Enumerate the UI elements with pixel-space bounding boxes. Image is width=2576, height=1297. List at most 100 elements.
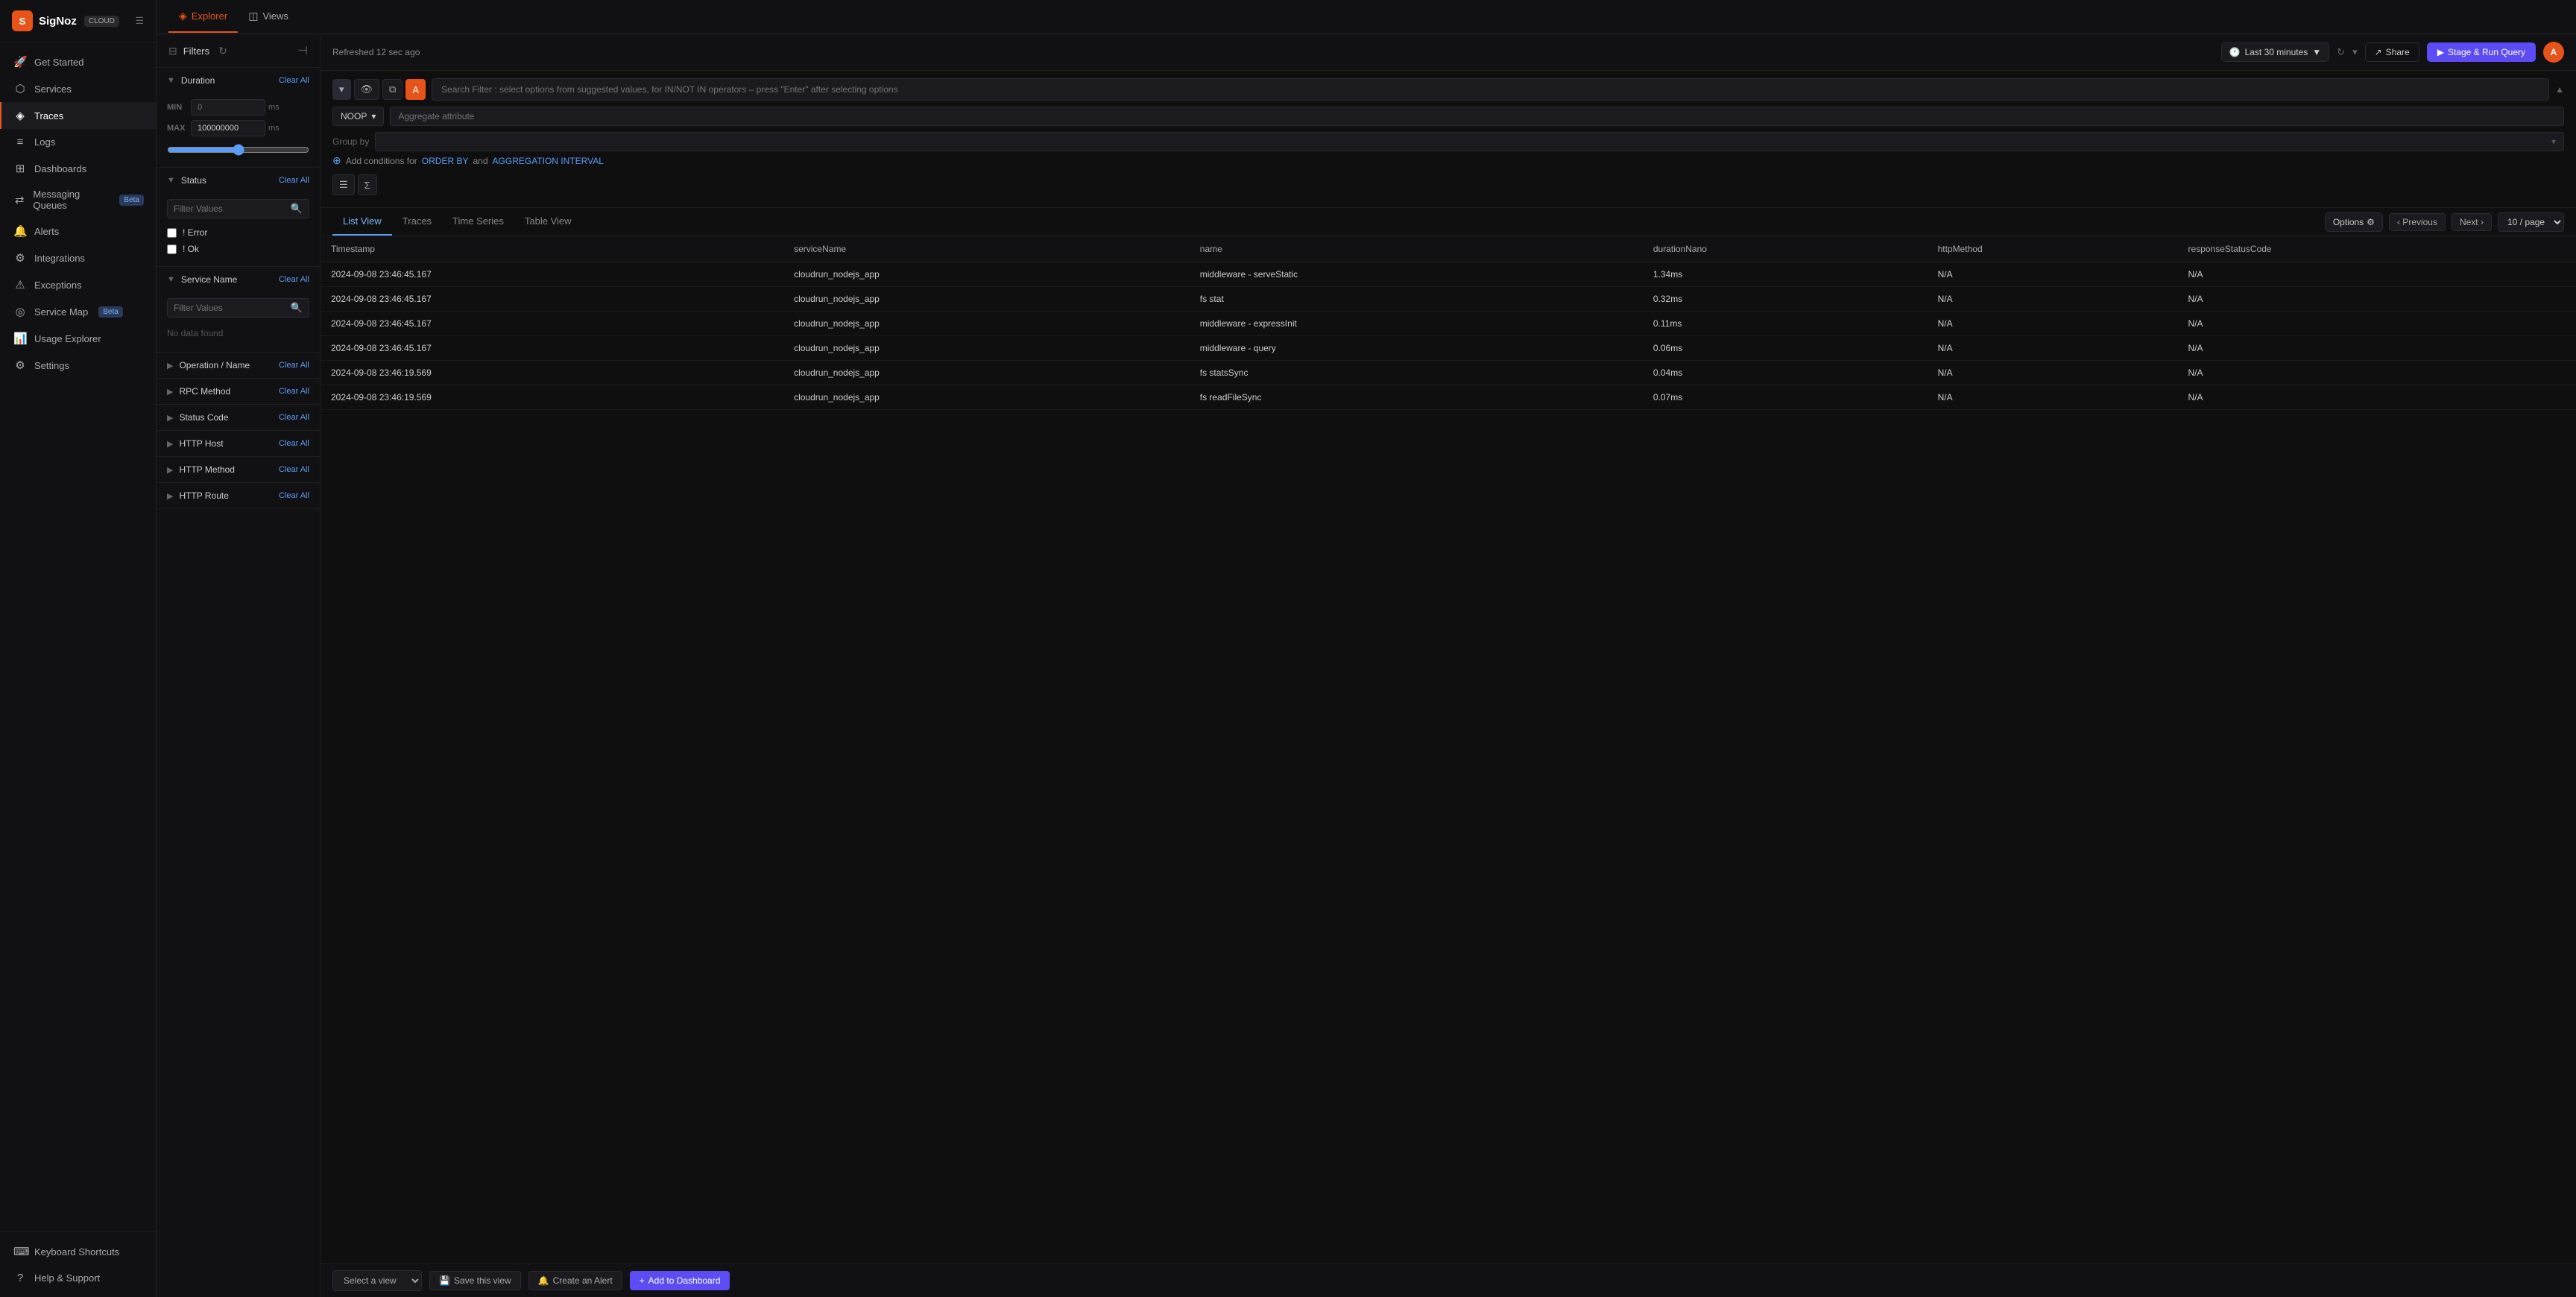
aggregate-attribute-input[interactable] — [390, 107, 2564, 126]
filter-section-http-route-header[interactable]: ▶ HTTP Route Clear All — [157, 483, 320, 508]
filter-section-service-name-header[interactable]: ▼ Service Name Clear All — [157, 267, 320, 292]
tab-table-view[interactable]: Table View — [514, 208, 582, 236]
cell-name: middleware - query — [1190, 336, 1643, 361]
duration-max-input[interactable] — [191, 120, 265, 136]
query-copy-icon-button[interactable]: ⧉ — [382, 79, 402, 100]
sidebar-item-dashboards[interactable]: ⊞ Dashboards — [0, 155, 156, 182]
status-error-checkbox[interactable] — [167, 228, 177, 238]
cell-http-method: N/A — [1928, 361, 2178, 385]
tab-time-series[interactable]: Time Series — [442, 208, 514, 236]
sidebar-item-alerts[interactable]: 🔔 Alerts — [0, 218, 156, 244]
service-name-filter-input[interactable] — [174, 303, 291, 313]
group-by-input[interactable]: ▾ — [375, 132, 2564, 151]
filter-collapse-button[interactable]: ⊣ — [297, 43, 308, 58]
select-view-select[interactable]: Select a view — [332, 1270, 422, 1291]
sidebar-item-label: Messaging Queues — [33, 189, 109, 211]
duration-clear-all-button[interactable]: Clear All — [279, 76, 309, 85]
order-by-link[interactable]: ORDER BY — [422, 156, 469, 166]
col-header-response-status-code: responseStatusCode — [2178, 236, 2576, 262]
user-avatar[interactable]: A — [2543, 42, 2564, 63]
filter-section-http-host-header[interactable]: ▶ HTTP Host Clear All — [157, 431, 320, 456]
status-ok-checkbox[interactable] — [167, 244, 177, 254]
sidebar-item-usage-explorer[interactable]: 📊 Usage Explorer — [0, 325, 156, 352]
duration-min-input[interactable] — [191, 99, 265, 116]
table-row[interactable]: 2024-09-08 23:46:19.569 cloudrun_nodejs_… — [321, 361, 2576, 385]
http-method-section-title: HTTP Method — [179, 464, 279, 475]
col-header-http-method: httpMethod — [1928, 236, 2178, 262]
stage-run-query-button[interactable]: ▶ Stage & Run Query — [2427, 42, 2536, 62]
aggregate-function-select[interactable]: NOOP ▾ — [332, 107, 384, 126]
query-down-icon-button[interactable]: ▾ — [332, 79, 351, 100]
sidebar-item-integrations[interactable]: ⚙ Integrations — [0, 244, 156, 271]
page-size-select[interactable]: 10 / page 25 / page 50 / page — [2498, 212, 2564, 232]
status-filter-input[interactable] — [174, 203, 291, 214]
query-search-input[interactable] — [432, 78, 2549, 101]
next-button[interactable]: Next › — [2452, 213, 2492, 231]
filter-section-http-method-header[interactable]: ▶ HTTP Method Clear All — [157, 457, 320, 482]
share-button[interactable]: ↗ Share — [2365, 42, 2419, 62]
cell-name: fs readFileSync — [1190, 385, 1643, 410]
table-row[interactable]: 2024-09-08 23:46:19.569 cloudrun_nodejs_… — [321, 385, 2576, 410]
http-route-clear-all-button[interactable]: Clear All — [279, 491, 309, 500]
time-selector[interactable]: 🕐 Last 30 minutes ▼ — [2221, 42, 2330, 62]
duration-range-slider[interactable] — [167, 144, 309, 156]
sidebar-item-settings[interactable]: ⚙ Settings — [0, 352, 156, 379]
status-ok-label[interactable]: ! Ok — [183, 244, 199, 254]
http-method-clear-all-button[interactable]: Clear All — [279, 465, 309, 474]
sidebar-item-get-started[interactable]: 🚀 Get Started — [0, 48, 156, 75]
sidebar-item-keyboard-shortcuts[interactable]: ⌨ Keyboard Shortcuts — [0, 1238, 156, 1265]
top-tabs: ◈ Explorer ◫ Views — [157, 0, 2576, 34]
aggregation-interval-link[interactable]: AGGREGATION INTERVAL — [493, 156, 604, 166]
options-button[interactable]: Options ⚙ — [2325, 212, 2383, 232]
cell-service-name: cloudrun_nodejs_app — [783, 385, 1190, 410]
table-row[interactable]: 2024-09-08 23:46:45.167 cloudrun_nodejs_… — [321, 262, 2576, 287]
status-search-icon[interactable]: 🔍 — [291, 203, 303, 215]
tab-traces[interactable]: Traces — [392, 208, 442, 236]
refresh-button[interactable]: ↻ — [2337, 46, 2345, 58]
service-name-search-icon[interactable]: 🔍 — [291, 302, 303, 314]
tab-views[interactable]: ◫ Views — [238, 1, 299, 33]
filter-section-rpc-method-header[interactable]: ▶ RPC Method Clear All — [157, 379, 320, 404]
aggregate-arrow: ▾ — [371, 111, 376, 122]
filter-refresh-icon[interactable]: ↻ — [218, 45, 227, 57]
previous-arrow-icon: ‹ — [2397, 217, 2400, 227]
previous-button[interactable]: ‹ Previous — [2389, 213, 2446, 231]
http-host-clear-all-button[interactable]: Clear All — [279, 439, 309, 448]
tab-explorer[interactable]: ◈ Explorer — [168, 1, 238, 33]
sidebar-item-logs[interactable]: ≡ Logs — [0, 129, 156, 155]
sidebar-item-services[interactable]: ⬡ Services — [0, 75, 156, 102]
sidebar-item-service-map[interactable]: ◎ Service Map Beta — [0, 298, 156, 325]
sidebar-item-help-support[interactable]: ? Help & Support — [0, 1265, 156, 1291]
service-map-icon: ◎ — [13, 305, 27, 318]
status-clear-all-button[interactable]: Clear All — [279, 176, 309, 185]
filter-section-duration-header[interactable]: ▼ Duration Clear All — [157, 68, 320, 93]
status-code-clear-all-button[interactable]: Clear All — [279, 413, 309, 422]
sidebar-item-traces[interactable]: ◈ Traces — [0, 102, 156, 129]
refresh-options-button[interactable]: ▾ — [2352, 46, 2358, 58]
cell-service-name: cloudrun_nodejs_app — [783, 312, 1190, 336]
rpc-method-clear-all-button[interactable]: Clear All — [279, 387, 309, 396]
filter-section-status-header[interactable]: ▼ Status Clear All — [157, 168, 320, 193]
query-eye-icon-button[interactable]: 👁 — [354, 79, 380, 100]
sidebar-toggle-button[interactable]: ☰ — [135, 15, 144, 27]
sidebar-item-label: Logs — [34, 136, 55, 148]
operation-name-clear-all-button[interactable]: Clear All — [279, 361, 309, 370]
filter-section-status-code-header[interactable]: ▶ Status Code Clear All — [157, 405, 320, 430]
add-to-dashboard-button[interactable]: + Add to Dashboard — [630, 1271, 730, 1290]
sidebar-item-messaging-queues[interactable]: ⇄ Messaging Queues Beta — [0, 182, 156, 218]
tab-list-view[interactable]: List View — [332, 208, 392, 236]
sidebar-item-exceptions[interactable]: ⚠ Exceptions — [0, 271, 156, 298]
service-name-clear-all-button[interactable]: Clear All — [279, 275, 309, 284]
viz-list-button[interactable]: ☰ — [332, 174, 355, 195]
table-row[interactable]: 2024-09-08 23:46:45.167 cloudrun_nodejs_… — [321, 312, 2576, 336]
query-type-button[interactable]: A — [405, 79, 426, 100]
save-view-button[interactable]: 💾 Save this view — [429, 1271, 521, 1290]
next-arrow-icon: › — [2481, 217, 2484, 227]
table-row[interactable]: 2024-09-08 23:46:45.167 cloudrun_nodejs_… — [321, 287, 2576, 312]
viz-sigma-button[interactable]: Σ — [358, 174, 377, 195]
create-alert-button[interactable]: 🔔 Create an Alert — [528, 1271, 622, 1290]
filter-section-operation-name-header[interactable]: ▶ Operation / Name Clear All — [157, 353, 320, 378]
app-badge: CLOUD — [84, 16, 119, 27]
status-error-label[interactable]: ! Error — [183, 227, 207, 238]
table-row[interactable]: 2024-09-08 23:46:45.167 cloudrun_nodejs_… — [321, 336, 2576, 361]
